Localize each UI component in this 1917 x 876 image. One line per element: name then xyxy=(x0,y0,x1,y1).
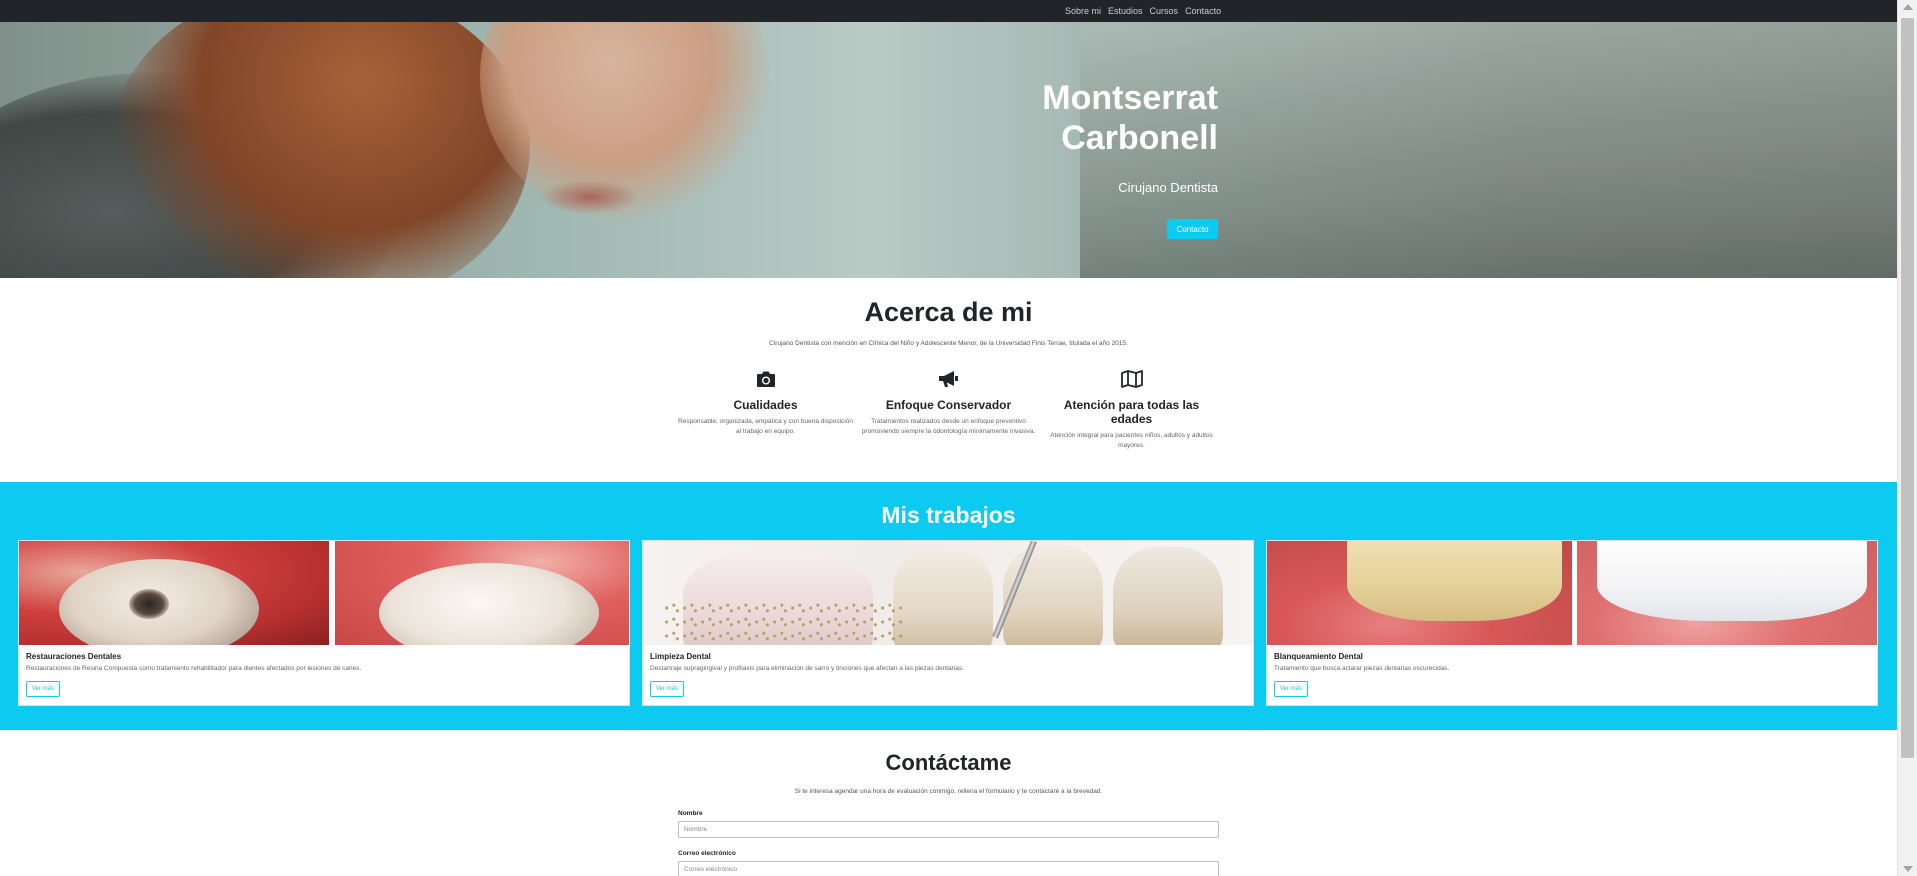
about-section: Acerca de mi Cirujano Dentista con menci… xyxy=(0,278,1897,482)
hero-name-line2: Carbonell xyxy=(1061,119,1218,157)
hero-name: Montserrat Carbonell xyxy=(818,78,1218,158)
map-icon xyxy=(1120,368,1143,390)
feature-text: Tratamientos realizados desde un enfoque… xyxy=(861,418,1036,435)
camera-icon xyxy=(755,368,777,390)
work-card-title: Limpieza Dental xyxy=(650,652,711,661)
hero-role: Cirujano Dentista xyxy=(1118,180,1218,195)
works-section: Mis trabajos Restauraciones Dentales Res… xyxy=(0,482,1897,730)
contact-title: Contáctame xyxy=(885,750,1012,775)
work-card-text: Tratamiento que busca aclarar piezas den… xyxy=(1274,665,1450,672)
scroll-up-arrow-icon[interactable] xyxy=(1903,4,1913,10)
work-card-more-button[interactable]: Ver más xyxy=(1274,681,1309,697)
work-card-text: Restauraciones de Resina Compuesta como … xyxy=(26,665,362,672)
feature-title: Enfoque Conservador xyxy=(885,398,1012,412)
feature-atencion-edades: Atención para todas las edades Atención … xyxy=(1044,368,1219,451)
feature-enfoque-conservador: Enfoque Conservador Tratamientos realiza… xyxy=(861,368,1036,437)
nav-item-sobre-mi[interactable]: Sobre mi xyxy=(1065,6,1101,16)
feature-title: Atención para todas las edades xyxy=(1063,398,1200,426)
nav-item-estudios[interactable]: Estudios xyxy=(1108,6,1143,16)
nav-item-contacto[interactable]: Contacto xyxy=(1185,6,1221,16)
name-label: Nombre xyxy=(678,810,703,817)
name-input[interactable] xyxy=(678,821,1219,838)
work-card-restauraciones: Restauraciones Dentales Restauraciones d… xyxy=(18,540,630,706)
nav-item-cursos[interactable]: Cursos xyxy=(1150,6,1179,16)
about-intro: Cirujano Dentista con mención en Clínica… xyxy=(769,340,1128,347)
work-card-image xyxy=(1267,541,1877,645)
hero-name-line1: Montserrat xyxy=(1042,79,1218,117)
work-card-more-button[interactable]: Ver más xyxy=(26,681,61,697)
about-title: Acerca de mi xyxy=(864,297,1033,327)
work-card-title: Blanqueamiento Dental xyxy=(1274,652,1363,661)
nav-menu: Sobre mi Estudios Cursos Contacto xyxy=(1065,0,1221,22)
work-card-text: Destartraje supragingival y profilaxis p… xyxy=(650,665,964,672)
hero-banner: Montserrat Carbonell Cirujano Dentista C… xyxy=(0,22,1897,278)
feature-title: Cualidades xyxy=(733,398,798,412)
work-card-image xyxy=(643,541,1253,645)
megaphone-icon xyxy=(938,368,960,390)
email-input[interactable] xyxy=(678,861,1219,876)
work-card-more-button[interactable]: Ver más xyxy=(650,681,685,697)
contact-intro: Si te interesa agendar una hora de evalu… xyxy=(794,788,1103,795)
scrollbar-thumb[interactable] xyxy=(1901,18,1914,758)
works-title: Mis trabajos xyxy=(881,502,1016,528)
page: Sobre mi Estudios Cursos Contacto Montse… xyxy=(0,0,1897,876)
feature-text: Responsable, organizada, empática y con … xyxy=(678,418,853,435)
vertical-scrollbar[interactable] xyxy=(1897,0,1917,876)
scroll-down-arrow-icon[interactable] xyxy=(1903,866,1913,872)
email-label: Correo electrónico xyxy=(678,850,736,857)
work-card-title: Restauraciones Dentales xyxy=(26,652,122,661)
contact-section: Contáctame Si te interesa agendar una ho… xyxy=(0,730,1897,876)
feature-text: Atención integral para pacientes niños, … xyxy=(1050,432,1213,449)
top-navbar: Sobre mi Estudios Cursos Contacto xyxy=(0,0,1897,22)
work-card-limpieza: Limpieza Dental Destartraje supragingiva… xyxy=(642,540,1254,706)
feature-cualidades: Cualidades Responsable, organizada, empá… xyxy=(678,368,853,437)
hero-contact-button[interactable]: Contacto xyxy=(1167,219,1218,239)
work-card-blanqueamiento: Blanqueamiento Dental Tratamiento que bu… xyxy=(1266,540,1878,706)
work-card-image xyxy=(19,541,629,645)
